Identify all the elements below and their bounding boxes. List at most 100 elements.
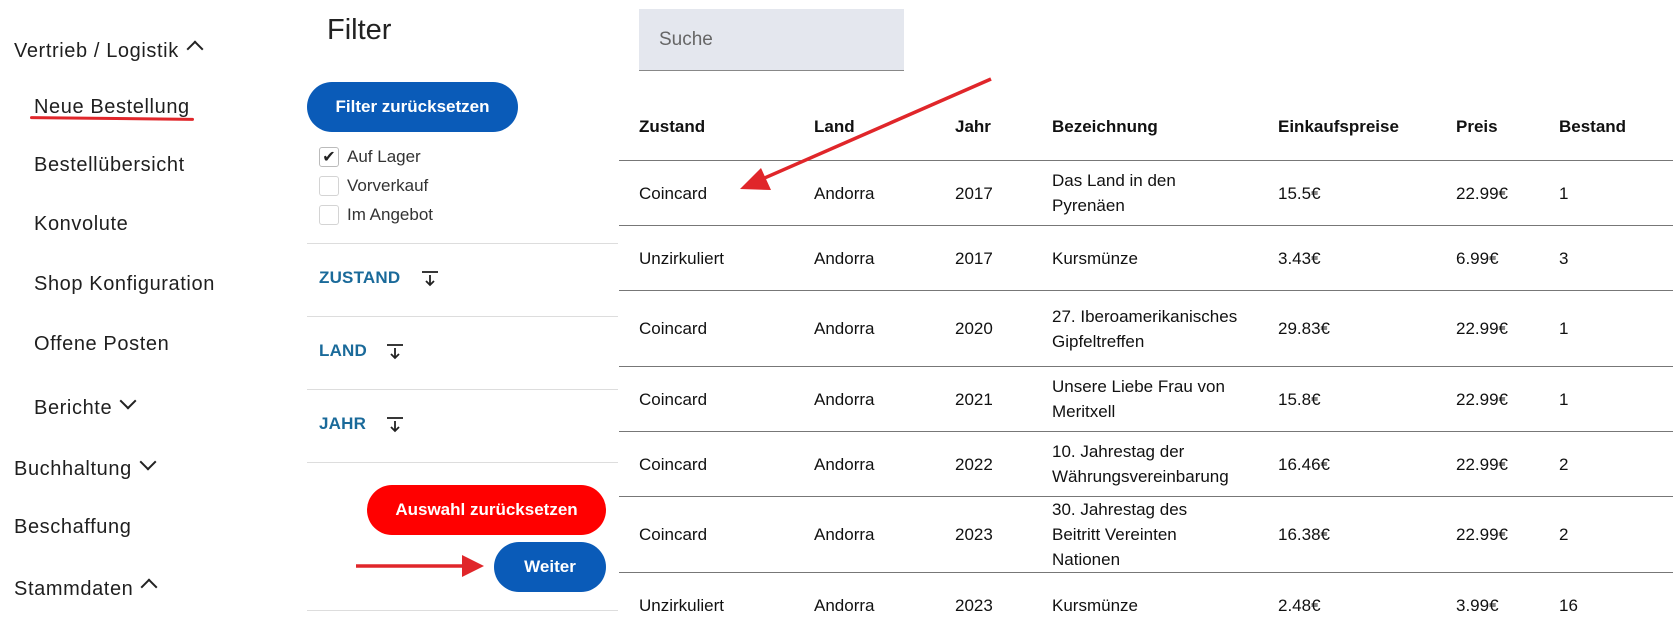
checkbox-unchecked-icon[interactable] (319, 176, 339, 196)
cell-einkaufspreis: 15.5€ (1258, 160, 1436, 226)
cell-zustand: Unzirkuliert (619, 225, 794, 291)
cell-land: Andorra (794, 496, 935, 573)
cell-bestand: 1 (1539, 160, 1673, 226)
checkbox-unchecked-icon[interactable] (319, 205, 339, 225)
chevron-up-icon (186, 40, 204, 58)
cell-jahr: 2017 (935, 225, 1032, 291)
column-header-preis[interactable]: Preis (1436, 93, 1539, 161)
chevron-down-icon (119, 392, 137, 410)
checkbox-label: Auf Lager (347, 147, 421, 166)
cell-einkaufspreis: 16.46€ (1258, 431, 1436, 497)
cell-bezeichnung: Das Land in den Pyrenäen (1032, 160, 1258, 226)
nav-berichte[interactable]: Berichte (34, 392, 137, 420)
next-button[interactable]: Weiter (494, 542, 606, 592)
cell-einkaufspreis: 2.48€ (1258, 572, 1436, 638)
checkbox-auf-lager[interactable]: ✔ Auf Lager (319, 145, 421, 169)
cell-bestand: 1 (1539, 366, 1673, 432)
column-header-zustand[interactable]: Zustand (619, 93, 794, 161)
column-header-jahr[interactable]: Jahr (935, 93, 1032, 161)
nav-buchhaltung-label: Buchhaltung (14, 458, 132, 480)
nav-stammdaten[interactable]: Stammdaten (14, 578, 158, 601)
cell-preis: 22.99€ (1436, 366, 1539, 432)
table-row[interactable]: Coincard Andorra 2017 Das Land in den Py… (619, 160, 1673, 226)
divider (307, 610, 618, 611)
checkbox-vorverkauf[interactable]: Vorverkauf (319, 174, 428, 198)
divider (307, 462, 618, 463)
nav-offene-posten[interactable]: Offene Posten (34, 333, 169, 356)
cell-preis: 22.99€ (1436, 496, 1539, 573)
filter-reset-button[interactable]: Filter zurücksetzen (307, 82, 518, 132)
cell-einkaufspreis: 3.43€ (1258, 225, 1436, 291)
cell-preis: 3.99€ (1436, 572, 1539, 638)
cell-bestand: 3 (1539, 225, 1673, 291)
filter-section-zustand[interactable]: ZUSTAND (319, 268, 400, 288)
cell-zustand: Coincard (619, 366, 794, 432)
column-header-einkaufspreise[interactable]: Einkaufspreise (1258, 93, 1436, 161)
cell-preis: 6.99€ (1436, 225, 1539, 291)
checkbox-checked-icon[interactable]: ✔ (319, 147, 339, 167)
column-header-bezeichnung[interactable]: Bezeichnung (1032, 93, 1258, 161)
table-row[interactable]: Coincard Andorra 2023 30. Jahrestag des … (619, 496, 1673, 573)
nav-vertrieb-logistik[interactable]: Vertrieb / Logistik (14, 40, 204, 63)
sort-down-icon[interactable] (386, 343, 404, 361)
reset-selection-button[interactable]: Auswahl zurücksetzen (367, 485, 606, 535)
column-header-bestand[interactable]: Bestand (1539, 93, 1673, 161)
nav-bestelluebersicht[interactable]: Bestellübersicht (34, 154, 185, 177)
divider (307, 389, 618, 390)
table-row[interactable]: Unzirkuliert Andorra 2017 Kursmünze 3.43… (619, 225, 1673, 291)
divider (307, 316, 618, 317)
nav-beschaffung[interactable]: Beschaffung (14, 516, 131, 539)
nav-stammdaten-label: Stammdaten (14, 578, 134, 600)
cell-bezeichnung: Unsere Liebe Frau von Meritxell (1032, 366, 1258, 432)
cell-land: Andorra (794, 225, 935, 291)
sort-down-icon[interactable] (386, 416, 404, 434)
filter-section-jahr[interactable]: JAHR (319, 414, 366, 434)
cell-bestand: 16 (1539, 572, 1673, 638)
checkbox-label: Vorverkauf (347, 176, 429, 195)
cell-jahr: 2022 (935, 431, 1032, 497)
nav-konvolute[interactable]: Konvolute (34, 213, 128, 236)
cell-jahr: 2023 (935, 572, 1032, 638)
nav-vertrieb-label: Vertrieb / Logistik (14, 40, 179, 62)
cell-bestand: 2 (1539, 496, 1673, 573)
cell-preis: 22.99€ (1436, 290, 1539, 367)
cell-land: Andorra (794, 366, 935, 432)
cell-jahr: 2021 (935, 366, 1032, 432)
cell-zustand: Coincard (619, 290, 794, 367)
nav-buchhaltung[interactable]: Buchhaltung (14, 453, 157, 481)
cell-zustand: Coincard (619, 496, 794, 573)
annotation-underline (29, 116, 195, 121)
cell-land: Andorra (794, 290, 935, 367)
cell-preis: 22.99€ (1436, 431, 1539, 497)
filter-title: Filter (327, 14, 392, 46)
cell-bezeichnung: 30. Jahrestag des Beitritt Vereinten Nat… (1032, 496, 1258, 573)
table-row[interactable]: Unzirkuliert Andorra 2023 Kursmünze 2.48… (619, 572, 1673, 638)
checkbox-label: Im Angebot (347, 205, 434, 224)
cell-preis: 22.99€ (1436, 160, 1539, 226)
table-row[interactable]: Coincard Andorra 2021 Unsere Liebe Frau … (619, 366, 1673, 432)
nav-shop-konfiguration[interactable]: Shop Konfiguration (34, 273, 215, 296)
cell-bestand: 1 (1539, 290, 1673, 367)
filter-section-land[interactable]: LAND (319, 341, 367, 361)
cell-bestand: 2 (1539, 431, 1673, 497)
cell-einkaufspreis: 16.38€ (1258, 496, 1436, 573)
checkbox-im-angebot[interactable]: Im Angebot (319, 203, 433, 227)
sort-down-icon[interactable] (421, 270, 439, 288)
nav-berichte-label: Berichte (34, 397, 113, 419)
cell-jahr: 2017 (935, 160, 1032, 226)
cell-bezeichnung: 10. Jahrestag der Währungsvereinbarung (1032, 431, 1258, 497)
chevron-up-icon (140, 578, 158, 596)
annotation-arrow-to-weiter (356, 555, 484, 577)
table-row[interactable]: Coincard Andorra 2020 27. Iberoamerikani… (619, 290, 1673, 367)
cell-jahr: 2020 (935, 290, 1032, 367)
table-row[interactable]: Coincard Andorra 2022 10. Jahrestag der … (619, 431, 1673, 497)
cell-bezeichnung: Kursmünze (1032, 225, 1258, 291)
cell-zustand: Coincard (619, 160, 794, 226)
search-input[interactable] (639, 9, 904, 71)
cell-bezeichnung: Kursmünze (1032, 572, 1258, 638)
cell-land: Andorra (794, 431, 935, 497)
divider (307, 243, 618, 244)
cell-zustand: Unzirkuliert (619, 572, 794, 638)
table-header-row: Zustand Land Jahr Bezeichnung Einkaufspr… (619, 93, 1673, 161)
column-header-land[interactable]: Land (794, 93, 935, 161)
